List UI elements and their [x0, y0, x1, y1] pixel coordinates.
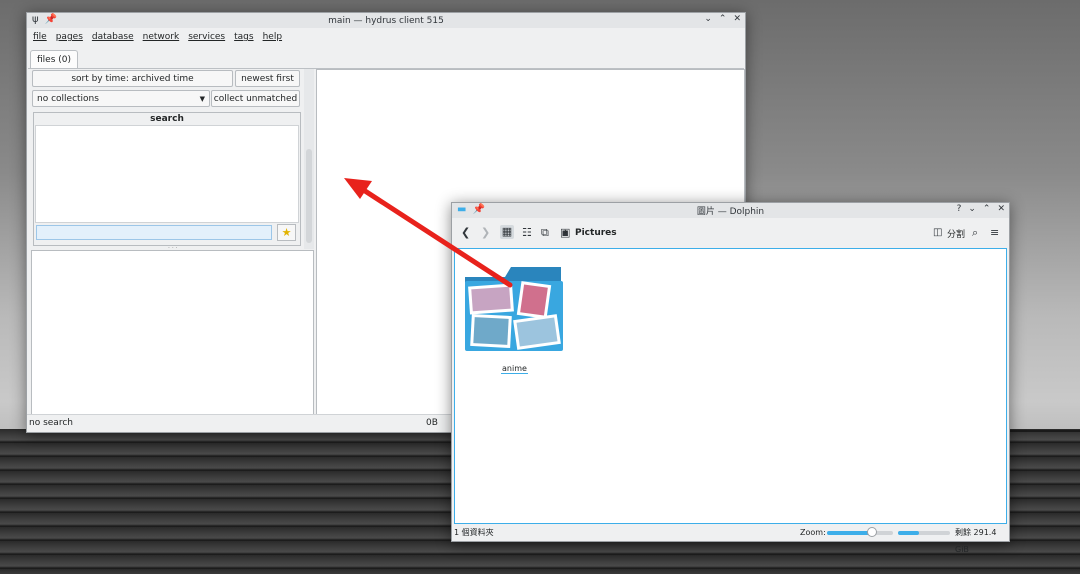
close-icon[interactable]: ✕ — [733, 14, 741, 24]
disk-space-bar — [898, 531, 950, 535]
back-icon[interactable]: ❮ — [461, 226, 470, 239]
menu-network[interactable]: network — [143, 32, 180, 42]
chevron-up-icon[interactable]: ⌃ — [983, 204, 991, 214]
dolphin-titlebar[interactable]: ▬ 📌 圖片 — Dolphin ? ⌄ ⌃ ✕ — [452, 203, 1009, 218]
dolphin-window: ▬ 📌 圖片 — Dolphin ? ⌄ ⌃ ✕ ❮ ❯ ▦ ☷ ⧉ ▣ › P… — [451, 202, 1010, 554]
menu-icon[interactable]: ≡ — [990, 226, 999, 239]
disk-space-fill — [898, 531, 919, 535]
scrollbar-thumb[interactable] — [306, 149, 312, 243]
zoom-slider-handle[interactable] — [866, 527, 877, 537]
status-size: 0B — [426, 418, 438, 428]
collect-unmatched-button[interactable]: collect unmatched — [211, 90, 300, 107]
menubar: file pages database network services tag… — [33, 32, 282, 42]
collections-value: no collections — [37, 94, 99, 104]
zoom-label: Zoom: — [800, 528, 826, 537]
menu-tags[interactable]: tags — [234, 32, 253, 42]
menu-help[interactable]: help — [263, 32, 282, 42]
help-icon[interactable]: ? — [957, 204, 962, 214]
tag-search-input[interactable] — [36, 225, 272, 240]
zoom-slider[interactable] — [827, 527, 893, 537]
search-label: search — [150, 114, 184, 124]
search-panel: search ★ — [33, 112, 301, 246]
chevron-down-icon: ▼ — [199, 95, 205, 103]
star-icon: ★ — [281, 226, 292, 239]
menu-database[interactable]: database — [92, 32, 134, 42]
free-space-label: 剩餘 291.4 GiB — [955, 528, 997, 554]
collections-dropdown[interactable]: no collections ▼ — [32, 90, 210, 107]
pin-icon[interactable]: 📌 — [45, 14, 57, 25]
chevron-down-icon[interactable]: ⌄ — [968, 204, 976, 214]
file-view[interactable]: anime — [454, 248, 1007, 524]
selection-tags-list[interactable] — [31, 250, 314, 416]
chevron-up-icon[interactable]: ⌃ — [719, 14, 727, 24]
pin-icon[interactable]: 📌 — [472, 204, 484, 215]
search-icon[interactable]: ⌕ — [972, 226, 978, 240]
menu-file[interactable]: file — [33, 32, 47, 42]
close-icon[interactable]: ✕ — [997, 204, 1005, 214]
left-panel-scrollbar[interactable] — [304, 69, 314, 249]
menu-pages[interactable]: pages — [56, 32, 83, 42]
breadcrumb-pictures[interactable]: Pictures — [575, 228, 617, 238]
zoom-slider-fill — [827, 531, 872, 535]
sort-by-button[interactable]: sort by time: archived time — [32, 70, 233, 87]
menu-services[interactable]: services — [188, 32, 225, 42]
item-count: 1 個資料夾 — [454, 528, 494, 537]
details-view-icon[interactable]: ⧉ — [541, 226, 549, 240]
chevron-down-icon[interactable]: ⌄ — [704, 14, 712, 24]
status-text: no search — [29, 418, 73, 428]
window-title: main — hydrus client 515 — [328, 15, 444, 26]
psi-icon: ψ — [32, 14, 39, 25]
folder-name-label[interactable]: anime — [501, 364, 528, 374]
compact-view-icon[interactable]: ☷ — [522, 226, 532, 239]
split-icon: ◫ — [933, 227, 943, 238]
sort-order-button[interactable]: newest first — [235, 70, 300, 87]
icons-view-icon[interactable]: ▦ — [500, 225, 514, 239]
forward-icon[interactable]: ❯ — [481, 226, 490, 239]
dolphin-toolbar: ❮ ❯ ▦ ☷ ⧉ ▣ › Pictures ◫ 分割 ⌕ ≡ — [452, 218, 1009, 248]
split-button[interactable]: 分割 — [947, 227, 965, 240]
folder-icon: ▬ — [457, 204, 467, 215]
search-predicates-list[interactable] — [35, 125, 299, 223]
chevron-right-icon: › — [564, 227, 568, 237]
hydrus-titlebar[interactable]: ψ 📌 main — hydrus client 515 ⌄ ⌃ ✕ — [27, 13, 745, 28]
favourite-searches-button[interactable]: ★ — [277, 224, 296, 241]
dolphin-status-bar: 1 個資料夾 Zoom: 剩餘 291.4 GiB — [452, 524, 1009, 554]
anime-folder-icon[interactable] — [465, 263, 563, 353]
window-title: 圖片 — Dolphin — [696, 207, 765, 217]
tab-files[interactable]: files (0) — [30, 50, 79, 69]
